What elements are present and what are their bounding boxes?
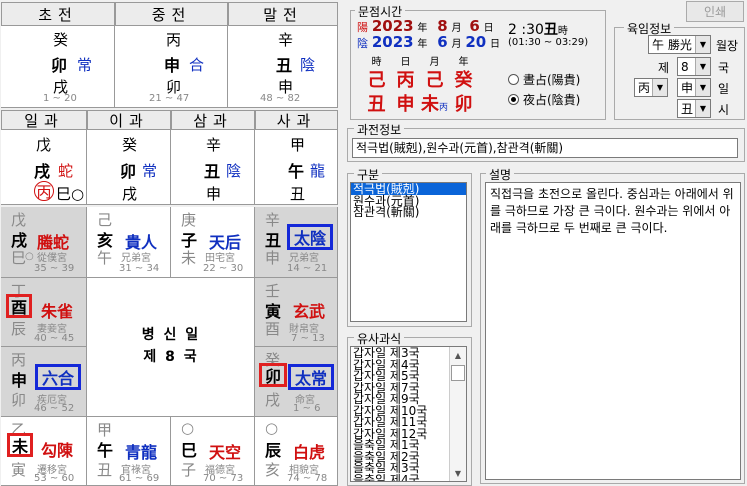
header-ilgwa: 일과 (1, 110, 87, 130)
header-chojeon: 초전 (1, 2, 115, 26)
header-maljeon: 말전 (228, 2, 338, 26)
chevron-down-icon: ▼ (695, 100, 710, 117)
palace-cell[interactable]: 癸 卯 太常 戌 命宮 1 ~ 6 (255, 347, 338, 417)
igwa-cell: 癸 卯 常 戌 (87, 130, 171, 205)
palace-cell[interactable]: 丁 酉 朱雀 辰 妻妾宮 40 ~ 45 (1, 278, 87, 347)
list-item[interactable]: 참관격(斬關) (351, 206, 466, 218)
pillar-stems: 己 丙 己 癸 (367, 70, 473, 91)
sagwa-cell: 甲 午 龍 丑 (255, 130, 338, 205)
samgwa-cell: 辛 丑 陰 申 (171, 130, 255, 205)
jungjeon-cell: 丙 申 合 卯 21 ~ 47 (115, 26, 228, 108)
palace-cell[interactable]: 戊 戌 螣蛇 巳 ○ 從僕宮 35 ~ 39 (1, 207, 87, 278)
guk-select[interactable]: 8 ▼ (677, 57, 711, 76)
gubun-group-label: 구분 (354, 166, 383, 183)
palace-cell[interactable]: 壬 寅 玄武 酉 財帛宮 7 ~ 13 (255, 278, 338, 347)
hour-select[interactable]: 丑 ▼ (677, 99, 711, 118)
palace-cell[interactable]: 庚 子 天后 未 田宅宮 22 ~ 30 (171, 207, 255, 278)
day-stem-select[interactable]: 丙 ▼ (634, 78, 668, 97)
center-panel: 병 신 일 제 8 국 (87, 278, 255, 417)
palace-cell[interactable]: 乙 未 勾陳 寅 遷移宮 53 ~ 60 (1, 417, 87, 486)
scroll-up-icon[interactable]: ▲ (450, 347, 466, 363)
center-day: 병 신 일 (141, 327, 201, 343)
explain-text[interactable]: 직접극을 초전으로 올린다. 중심과는 아래에서 위를 극하므로 가장 큰 극이… (485, 182, 741, 480)
palace-cell[interactable]: ○ 辰 白虎 亥 相貌宮 74 ~ 78 (255, 417, 338, 486)
palace-cell[interactable]: ○ 巳 天空 子 福德宮 70 ~ 73 (171, 417, 255, 486)
print-button[interactable]: 인쇄 (686, 1, 744, 22)
day-branch-select[interactable]: 申 ▼ (677, 78, 711, 97)
maljeon-cell: 辛 丑 陰 申 48 ~ 82 (228, 26, 338, 108)
gubun-list[interactable]: 적극법(賊剋) 원수과(元首) 참관격(斬關) (350, 182, 467, 322)
chevron-down-icon: ▼ (652, 79, 667, 96)
yusa-group-label: 유사과식 (354, 330, 405, 347)
yusa-scrollbar[interactable]: ▲ ▼ (449, 347, 466, 481)
header-jungjeon: 중전 (115, 2, 228, 26)
radio-night-circle[interactable] (508, 94, 519, 105)
palace-cell[interactable]: 己 亥 貴人 午 兄弟宮 31 ~ 34 (87, 207, 171, 278)
chevron-down-icon: ▼ (695, 79, 710, 96)
woljang-select[interactable]: 午 勝光 ▼ (648, 35, 711, 54)
center-guk: 제 8 국 (143, 349, 199, 365)
ilgwa-cell: 戊 戌 蛇 丙 巳○ (1, 130, 87, 205)
radio-day-circle[interactable] (508, 74, 519, 85)
circled-stem: 丙 (34, 181, 54, 201)
palace-cell[interactable]: 甲 午 青龍 丑 官祿宮 61 ~ 69 (87, 417, 171, 486)
radio-day[interactable]: 晝占(陽貴) (508, 71, 580, 88)
scroll-thumb[interactable] (451, 365, 465, 381)
header-sagwa: 사과 (255, 110, 338, 130)
header-samgwa: 삼과 (171, 110, 255, 130)
explain-group-label: 설명 (486, 166, 515, 183)
chojeon-cell: 癸 卯 常 戌 1 ~ 20 (1, 26, 115, 108)
palace-cell[interactable]: 丙 申 六合 卯 疾厄宮 46 ~ 52 (1, 347, 87, 417)
list-item[interactable]: 적극법(賊剋) (351, 183, 466, 195)
pillar-branches: 丑 申 未丙 卯 (367, 94, 473, 115)
radio-night[interactable]: 夜占(陰貴) (508, 91, 580, 108)
header-igwa: 이과 (87, 110, 171, 130)
chevron-down-icon: ▼ (695, 58, 710, 75)
scroll-down-icon[interactable]: ▼ (450, 465, 466, 481)
gwajeon-group-label: 과전정보 (354, 121, 405, 138)
chevron-down-icon: ▼ (695, 36, 710, 53)
palace-cell[interactable]: 辛 丑 太陰 申 兄弟宮 14 ~ 21 (255, 207, 338, 278)
gwajeon-field[interactable]: 적극법(賊剋),원수과(元首),참관격(斬關) (352, 138, 738, 158)
